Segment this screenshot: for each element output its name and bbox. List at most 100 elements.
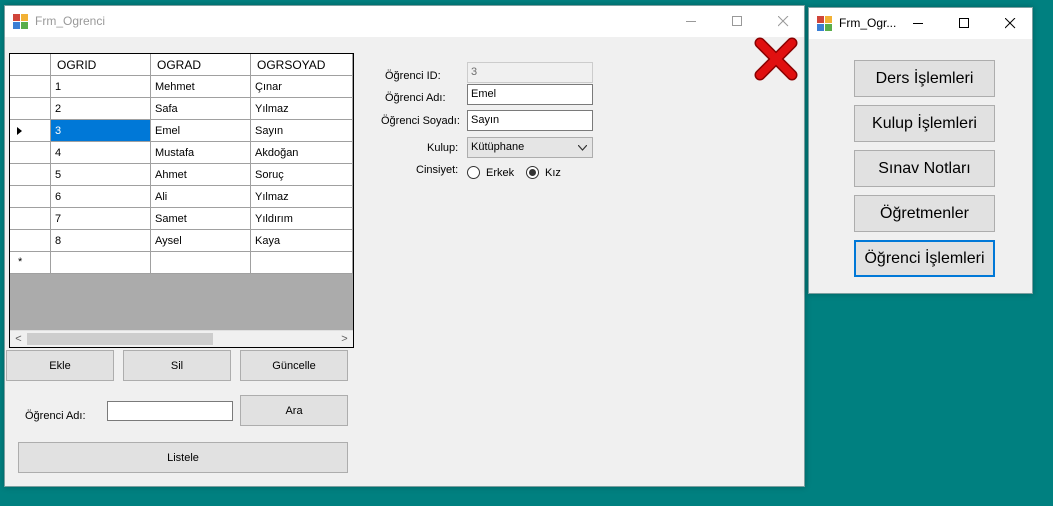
grid-cell[interactable]: 3 xyxy=(51,120,151,142)
table-row[interactable]: 6 Ali Yılmaz xyxy=(10,186,353,208)
horizontal-scrollbar[interactable]: < > xyxy=(10,330,353,347)
table-row[interactable]: 2 Safa Yılmaz xyxy=(10,98,353,120)
app-icon xyxy=(13,14,28,29)
table-row[interactable]: 5 Ahmet Soruç xyxy=(10,164,353,186)
column-header[interactable]: OGRID xyxy=(51,54,151,76)
close-button[interactable] xyxy=(988,8,1034,39)
male-radio-label[interactable]: Erkek xyxy=(486,167,514,179)
grid-cell[interactable]: 1 xyxy=(51,76,151,98)
search-input[interactable] xyxy=(107,401,233,421)
grid-cell[interactable] xyxy=(51,252,151,274)
table-row[interactable]: 3 Emel Sayın xyxy=(10,120,353,142)
table-row[interactable]: 7 Samet Yıldırım xyxy=(10,208,353,230)
row-header[interactable] xyxy=(10,98,51,120)
table-row[interactable]: 8 Aysel Kaya xyxy=(10,230,353,252)
close-button[interactable] xyxy=(761,6,807,37)
courses-button[interactable]: Ders İşlemleri xyxy=(854,60,995,97)
grid-cell[interactable] xyxy=(151,252,251,274)
delete-button[interactable]: Sil xyxy=(123,350,231,381)
grid-cell[interactable]: Mehmet xyxy=(151,76,251,98)
grid-cell[interactable]: 8 xyxy=(51,230,151,252)
female-radio-label[interactable]: Kız xyxy=(545,167,561,179)
student-surname-label: Öğrenci Soyadı: xyxy=(381,115,460,127)
column-header[interactable]: OGRAD xyxy=(151,54,251,76)
grid-cell[interactable]: Ahmet xyxy=(151,164,251,186)
male-radio[interactable] xyxy=(467,166,480,179)
row-header[interactable] xyxy=(10,120,51,142)
search-label: Öğrenci Adı: xyxy=(25,410,86,422)
students-grid[interactable]: OGRID OGRAD OGRSOYAD 1 Mehmet Çınar 2 Safa Yı… xyxy=(9,53,354,348)
grid-cell[interactable]: Çınar xyxy=(251,76,353,98)
grid-cell[interactable]: Yılmaz xyxy=(251,98,353,120)
grid-cell[interactable]: Yıldırım xyxy=(251,208,353,230)
club-label: Kulup: xyxy=(427,142,459,154)
row-header[interactable] xyxy=(10,230,51,252)
maximize-icon xyxy=(959,18,969,28)
teachers-button[interactable]: Öğretmenler xyxy=(854,195,995,232)
new-row-star-icon: * xyxy=(18,256,23,268)
grid-cell[interactable]: 2 xyxy=(51,98,151,120)
radio-selected-dot xyxy=(529,169,536,176)
table-row[interactable]: 4 Mustafa Akdoğan xyxy=(10,142,353,164)
grid-cell[interactable]: Soruç xyxy=(251,164,353,186)
scroll-right-icon[interactable]: > xyxy=(336,331,353,347)
club-select[interactable]: Kütüphane xyxy=(467,137,593,158)
grid-cell[interactable]: Yılmaz xyxy=(251,186,353,208)
grid-cell[interactable]: Safa xyxy=(151,98,251,120)
row-header[interactable] xyxy=(10,164,51,186)
grid-cell[interactable]: 4 xyxy=(51,142,151,164)
row-header[interactable] xyxy=(10,208,51,230)
maximize-button[interactable] xyxy=(715,6,761,37)
grid-cell[interactable]: 7 xyxy=(51,208,151,230)
window-title: Frm_Ogrenci xyxy=(35,14,106,28)
menu-title-bar[interactable]: Frm_Ogr... xyxy=(809,8,1032,39)
list-button[interactable]: Listele xyxy=(18,442,348,473)
scroll-thumb[interactable] xyxy=(27,333,213,345)
student-name-field[interactable]: Emel xyxy=(467,84,593,105)
grid-cell[interactable] xyxy=(251,252,353,274)
female-radio[interactable] xyxy=(526,166,539,179)
row-header[interactable] xyxy=(10,76,51,98)
close-icon xyxy=(1005,18,1016,29)
grid-cell[interactable]: Kaya xyxy=(251,230,353,252)
grid-cell[interactable]: 5 xyxy=(51,164,151,186)
row-header[interactable]: * xyxy=(10,252,51,274)
grid-cell[interactable]: Emel xyxy=(151,120,251,142)
add-button[interactable]: Ekle xyxy=(6,350,114,381)
grid-cell[interactable]: Ali xyxy=(151,186,251,208)
search-button[interactable]: Ara xyxy=(240,395,348,426)
grid-cell[interactable]: Akdoğan xyxy=(251,142,353,164)
student-id-label: Öğrenci ID: xyxy=(385,70,441,82)
app-icon xyxy=(817,16,832,31)
grid-cell[interactable]: Sayın xyxy=(251,120,353,142)
minimize-button[interactable] xyxy=(669,6,715,37)
scroll-left-icon[interactable]: < xyxy=(10,331,27,347)
title-bar[interactable]: Frm_Ogrenci xyxy=(5,6,804,37)
minimize-button[interactable] xyxy=(896,8,942,39)
current-row-arrow-icon xyxy=(17,127,22,135)
table-row[interactable]: 1 Mehmet Çınar xyxy=(10,76,353,98)
clubs-button[interactable]: Kulup İşlemleri xyxy=(854,105,995,142)
update-button[interactable]: Güncelle xyxy=(240,350,348,381)
student-surname-field[interactable]: Sayın xyxy=(467,110,593,131)
grid-cell[interactable]: Mustafa xyxy=(151,142,251,164)
red-x-icon xyxy=(754,37,798,81)
menu-window: Frm_Ogr... Ders İşlemleri Kulup İşlemler… xyxy=(808,7,1033,294)
grid-cell[interactable]: Aysel xyxy=(151,230,251,252)
students-button[interactable]: Öğrenci İşlemleri xyxy=(854,240,995,277)
chevron-down-icon xyxy=(578,145,587,151)
gender-label: Cinsiyet: xyxy=(416,164,459,176)
exam-grades-button[interactable]: Sınav Notları xyxy=(854,150,995,187)
minimize-icon xyxy=(686,21,696,22)
row-header[interactable] xyxy=(10,142,51,164)
grid-cell[interactable]: 6 xyxy=(51,186,151,208)
grid-header: OGRID OGRAD OGRSOYAD xyxy=(10,54,353,76)
row-header[interactable] xyxy=(10,186,51,208)
column-header[interactable]: OGRSOYAD xyxy=(251,54,353,76)
new-row[interactable]: * xyxy=(10,252,353,274)
maximize-icon xyxy=(732,16,742,26)
exit-picture-button[interactable] xyxy=(753,36,799,82)
grid-cell[interactable]: Samet xyxy=(151,208,251,230)
club-select-value: Kütüphane xyxy=(471,141,525,153)
maximize-button[interactable] xyxy=(942,8,988,39)
